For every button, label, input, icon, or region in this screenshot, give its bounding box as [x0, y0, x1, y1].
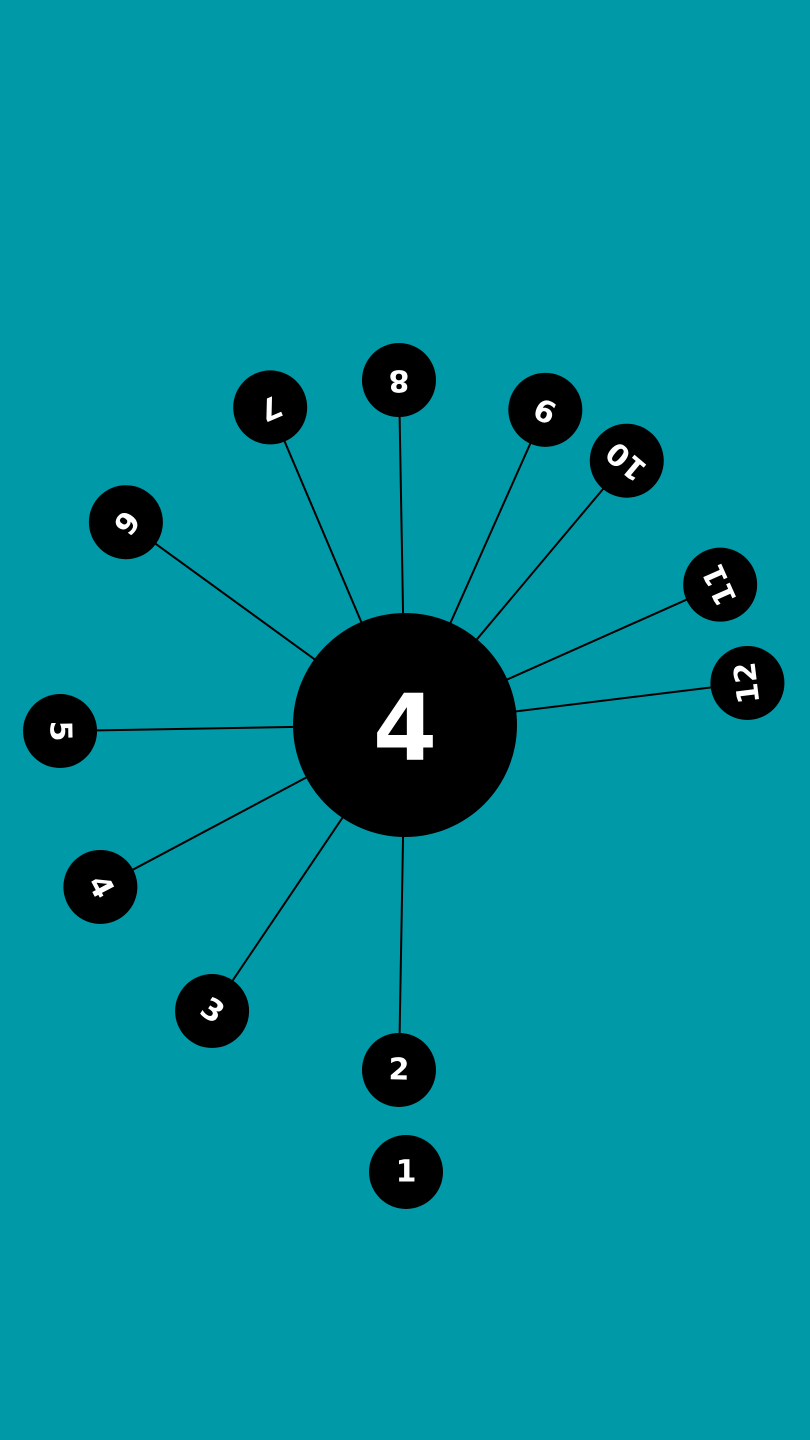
attached-pin: 6	[88, 485, 163, 560]
attached-pin: 5	[23, 694, 98, 769]
attached-pin: 2	[361, 1032, 436, 1107]
attached-pin: 8	[361, 343, 436, 418]
game-screen[interactable]: 4 2 3 4 5 6 7 8 9 10 11 12 1	[0, 0, 810, 1440]
attached-pin: 3	[175, 974, 250, 1049]
level-number: 4	[373, 675, 437, 782]
queued-pins[interactable]: 1	[369, 1135, 443, 1209]
attached-pin: 12	[710, 645, 785, 720]
attached-pin: 4	[63, 849, 138, 924]
center-ball[interactable]: 4	[293, 613, 517, 837]
attached-pin-label: 2	[388, 1052, 409, 1087]
attached-pin: 7	[233, 370, 308, 445]
queued-pin[interactable]: 1	[369, 1135, 443, 1209]
attached-pin: 10	[589, 423, 664, 498]
attached-pin: 11	[683, 547, 758, 622]
attached-pin-label: 12	[728, 660, 768, 706]
attached-pin-label: 8	[388, 362, 409, 397]
game-board[interactable]: 4 23456789101112 1	[0, 0, 810, 1440]
queued-pin-label: 1	[396, 1155, 417, 1190]
attached-pin: 9	[508, 372, 583, 447]
attached-pin-label: 5	[42, 720, 77, 741]
